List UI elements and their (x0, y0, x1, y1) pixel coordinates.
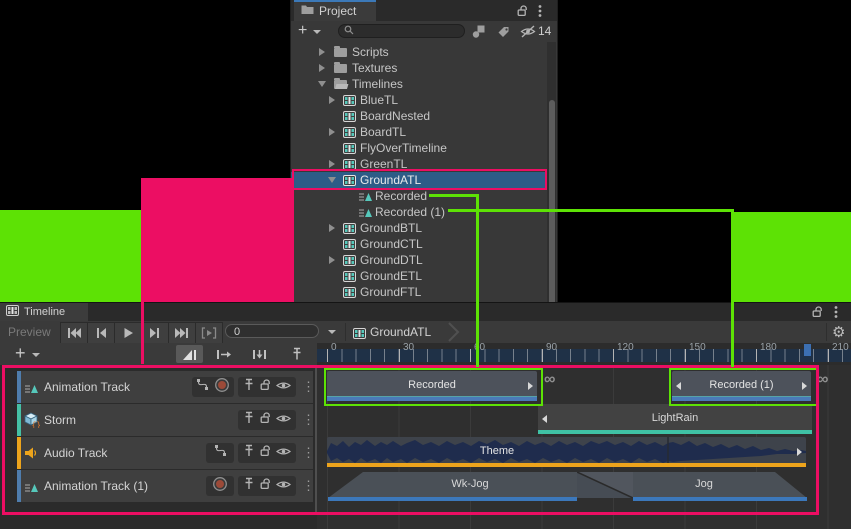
ruler-major-tick (828, 349, 829, 362)
annotation-outline-tracks-area (2, 365, 819, 515)
timeline-asset-icon (343, 286, 356, 302)
tree-item-boardtl[interactable]: BoardTL (291, 124, 547, 140)
ruler-major-tick (470, 349, 471, 362)
ruler-label: 210 (832, 342, 849, 353)
timeline-ruler[interactable]: 0 30 60 90 120 150 180 210 (317, 343, 851, 365)
annotation-connector-recorded-1-h (448, 209, 734, 212)
add-track-caret-icon[interactable] (32, 353, 40, 357)
gear-icon[interactable]: ⚙ (832, 323, 845, 341)
tree-item-timelines[interactable]: Timelines (291, 76, 547, 92)
timeline-end-marker[interactable] (804, 344, 811, 356)
annotation-block-green-left (0, 210, 141, 302)
next-frame-button[interactable] (142, 323, 169, 343)
go-to-end-button[interactable] (169, 323, 196, 343)
add-asset-button[interactable]: + (298, 23, 307, 39)
tree-item-textures[interactable]: Textures (291, 60, 547, 76)
replace-mode-button[interactable] (246, 345, 273, 363)
project-tab-label: Project (319, 4, 356, 18)
add-asset-caret-icon[interactable] (313, 30, 321, 34)
tab-project[interactable]: Project (294, 0, 376, 21)
foldout-collapsed-icon[interactable] (329, 160, 335, 168)
project-toolbar: + 14 (291, 21, 557, 43)
folder-icon (334, 48, 347, 57)
breadcrumb[interactable]: GroundATL (370, 325, 431, 339)
ruler-label: 90 (546, 342, 557, 353)
ruler-label: 120 (617, 342, 634, 353)
frame-field-caret-icon[interactable] (328, 330, 336, 334)
timeline-track-toolbar: + 0 30 60 90 120 150 180 210 (0, 343, 851, 365)
foldout-collapsed-icon[interactable] (319, 64, 325, 72)
folder-icon (334, 64, 347, 73)
foldout-collapsed-icon[interactable] (329, 256, 335, 264)
timeline-window-icon (6, 303, 19, 321)
toolbar-separator (345, 323, 346, 341)
screenshot-stage: Project + 14 Scripts Textures Timelines … (0, 0, 851, 529)
lock-icon[interactable] (517, 4, 528, 22)
project-tab-bar: Project (291, 0, 557, 22)
preview-toggle[interactable]: Preview (8, 325, 51, 339)
ripple-mode-button[interactable] (210, 345, 237, 363)
add-track-button[interactable]: + (15, 345, 26, 361)
hidden-items-eye-icon[interactable] (520, 25, 536, 43)
go-to-start-button[interactable] (61, 323, 88, 343)
annotation-connector-recorded-v (476, 194, 479, 367)
tab-timeline[interactable]: Timeline (0, 303, 88, 321)
search-input[interactable] (338, 24, 465, 38)
folder-open-icon (334, 80, 347, 89)
tree-item-scripts[interactable]: Scripts (291, 44, 547, 60)
frame-field[interactable]: 0 (225, 324, 319, 338)
ruler-major-tick (542, 349, 543, 362)
ruler-label: 0 (331, 342, 337, 353)
ruler-major-tick (685, 349, 686, 362)
timeline-toolbar: Preview 0 GroundATL ⚙ (0, 321, 851, 344)
annotation-block-magenta (141, 178, 294, 302)
timeline-window: Timeline Preview 0 GroundATL ⚙ (0, 302, 851, 529)
timeline-tab-label: Timeline (24, 306, 65, 318)
foldout-collapsed-icon[interactable] (329, 96, 335, 104)
timeline-tracks-area: Animation Track ⋮ {} St (0, 365, 851, 529)
ruler-major-tick (613, 349, 614, 362)
tree-item-bluetl[interactable]: BlueTL (291, 92, 547, 108)
project-scrollbar[interactable] (547, 42, 556, 302)
active-tab-accent (294, 0, 376, 2)
tree-item-recorded[interactable]: Recorded (291, 188, 547, 204)
ruler-label: 30 (403, 342, 414, 353)
tree-item-flyovertimeline[interactable]: FlyOverTimeline (291, 140, 547, 156)
ruler-major-tick (399, 349, 400, 362)
search-icon (344, 22, 354, 40)
breadcrumb-timeline-icon (353, 326, 366, 344)
hidden-items-count: 14 (538, 24, 551, 38)
annotation-connector-pink-v (141, 302, 144, 364)
ruler-label: 150 (689, 342, 706, 353)
toolbar-separator (826, 323, 827, 341)
annotation-outline-groundatl-row (292, 169, 547, 190)
foldout-collapsed-icon[interactable] (329, 224, 335, 232)
annotation-connector-recorded-1-v (731, 302, 734, 367)
previous-frame-button[interactable] (88, 323, 115, 343)
search-by-label-icon[interactable] (497, 25, 510, 43)
timeline-tab-bar: Timeline (0, 303, 851, 322)
ruler-major-tick (327, 349, 328, 362)
play-button[interactable] (115, 323, 142, 343)
project-panel: Project + 14 Scripts Textures Timelines … (290, 0, 558, 302)
foldout-collapsed-icon[interactable] (319, 48, 325, 56)
folder-icon (301, 2, 314, 20)
search-by-type-icon[interactable] (472, 25, 485, 43)
tree-item-boardnested[interactable]: BoardNested (291, 108, 547, 124)
tree-item-groundctl[interactable]: GroundCTL (291, 236, 547, 252)
ruler-label: 180 (760, 342, 777, 353)
tree-item-recorded-1[interactable]: Recorded (1) (291, 204, 547, 220)
play-range-button[interactable] (196, 323, 222, 343)
tree-item-groundbtl[interactable]: GroundBTL (291, 220, 547, 236)
tree-item-groundftl[interactable]: GroundFTL (291, 284, 547, 300)
annotation-block-green-right (731, 212, 851, 302)
annotation-connector-recorded-h (429, 194, 477, 197)
markers-toggle-button[interactable] (283, 345, 310, 363)
ruler-major-tick (756, 349, 757, 362)
mix-mode-button[interactable] (176, 345, 203, 363)
foldout-expanded-icon[interactable] (318, 81, 326, 87)
foldout-collapsed-icon[interactable] (329, 128, 335, 136)
tree-item-grounddtl[interactable]: GroundDTL (291, 252, 547, 268)
tree-item-groundetl[interactable]: GroundETL (291, 268, 547, 284)
